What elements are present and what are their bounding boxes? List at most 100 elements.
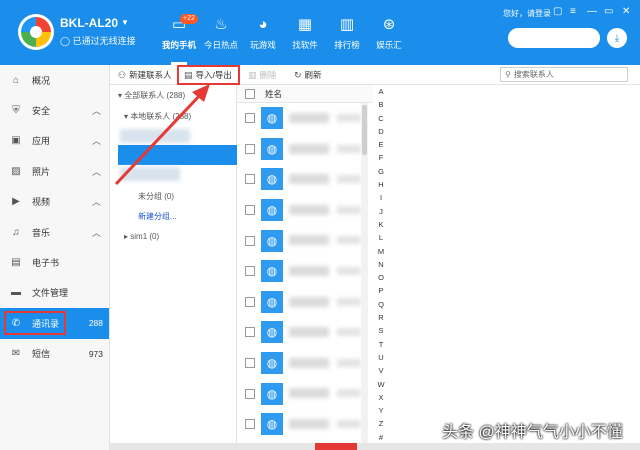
alphabet-index-letter[interactable]: S <box>373 324 389 337</box>
delete-button[interactable]: ▥ 删除 <box>248 68 277 82</box>
minimize-icon[interactable]: — <box>587 6 597 17</box>
chevron-up-icon[interactable]: ︿ <box>92 195 101 208</box>
alphabet-index-letter[interactable]: C <box>373 112 389 125</box>
alphabet-index-letter[interactable]: Y <box>373 404 389 417</box>
alphabet-index-letter[interactable]: H <box>373 178 389 191</box>
sidebar-item-files[interactable]: ▬ 文件管理 <box>0 278 109 308</box>
nav-my-phone[interactable]: ▭ +22 我的手机 <box>158 0 200 65</box>
alphabet-index-letter[interactable]: P <box>373 284 389 297</box>
alphabet-index-letter[interactable]: F <box>373 151 389 164</box>
row-checkbox[interactable] <box>245 266 255 277</box>
new-group-link[interactable]: 新建分组... <box>138 211 177 222</box>
device-name[interactable]: BKL-AL20 <box>60 16 118 30</box>
alphabet-index-letter[interactable]: Z <box>373 417 389 430</box>
sidebar-item-security[interactable]: ⛨ 安全 ︿ <box>0 95 109 125</box>
login-link[interactable]: 您好，请登录 <box>503 8 551 19</box>
contact-row[interactable]: ◍ <box>237 287 373 318</box>
contact-row[interactable]: ◍ <box>237 409 373 440</box>
group-sim1[interactable]: ▸ sim1 (0) <box>124 232 159 241</box>
contact-row[interactable]: ◍ <box>237 195 373 226</box>
alphabet-index-letter[interactable]: K <box>373 218 389 231</box>
device-dropdown-icon[interactable]: ▼ <box>121 18 129 27</box>
scrollbar-thumb[interactable] <box>362 105 367 155</box>
nav-games[interactable]: ◕ 玩游戏 <box>242 0 284 65</box>
row-checkbox[interactable] <box>245 174 255 185</box>
alphabet-index-letter[interactable]: D <box>373 125 389 138</box>
sidebar-item-photos[interactable]: ▨ 照片 ︿ <box>0 156 109 186</box>
contact-row[interactable]: ◍ <box>237 378 373 409</box>
alphabet-index-letter[interactable]: V <box>373 364 389 377</box>
download-icon[interactable]: ⤓ <box>607 28 627 48</box>
contact-row[interactable]: ◍ <box>237 256 373 287</box>
contact-row[interactable]: ◍ <box>237 103 373 134</box>
contact-row[interactable]: ◍ <box>237 134 373 165</box>
alphabet-index-letter[interactable]: E <box>373 138 389 151</box>
chevron-up-icon[interactable]: ︿ <box>92 165 101 178</box>
global-search-input[interactable] <box>508 28 600 48</box>
alphabet-index-letter[interactable]: X <box>373 391 389 404</box>
nav-software[interactable]: ▦ 找软件 <box>284 0 326 65</box>
bottom-red-tab[interactable] <box>315 443 357 450</box>
contact-row[interactable]: ◍ <box>237 348 373 379</box>
import-export-button[interactable]: ▤ 导入/导出 <box>184 68 232 82</box>
contact-row[interactable]: ◍ <box>237 164 373 195</box>
alphabet-index-letter[interactable]: N <box>373 258 389 271</box>
contact-row[interactable]: ◍ <box>237 317 373 348</box>
chevron-up-icon[interactable]: ︿ <box>92 134 101 147</box>
sidebar-item-video[interactable]: ▶ 视频 ︿ <box>0 187 109 217</box>
sidebar-item-sms[interactable]: ✉ 短信 973 <box>0 339 109 369</box>
group-all-contacts[interactable]: ▾ 全部联系人 (288) <box>118 90 185 101</box>
row-checkbox[interactable] <box>245 113 255 124</box>
contact-search-input[interactable]: ⚲ 搜索联系人 <box>500 67 628 82</box>
alphabet-index-letter[interactable]: A <box>373 85 389 98</box>
group-local-contacts[interactable]: ▾ 本地联系人 (288) <box>124 111 191 122</box>
row-checkbox[interactable] <box>245 205 255 216</box>
contact-row[interactable]: ◍ <box>237 225 373 256</box>
new-contact-button[interactable]: ⚇ 新建联系人 <box>118 68 172 82</box>
sidebar-item-contacts[interactable]: ✆ 通讯录 288 <box>0 308 109 339</box>
row-checkbox[interactable] <box>245 235 255 246</box>
row-checkbox[interactable] <box>245 296 255 307</box>
contact-detail-pane <box>389 85 640 450</box>
close-icon[interactable]: ✕ <box>622 6 630 17</box>
refresh-button[interactable]: ↻ 刷新 <box>294 68 322 82</box>
menu-icon[interactable]: ≡ <box>570 6 576 17</box>
restore-icon[interactable]: ▭ <box>604 6 613 17</box>
row-checkbox[interactable] <box>245 388 255 399</box>
alphabet-index-letter[interactable]: L <box>373 231 389 244</box>
expand-icon[interactable]: ▸ <box>124 232 128 241</box>
sidebar-item-music[interactable]: ♫ 音乐 ︿ <box>0 217 109 247</box>
collapse-icon[interactable]: ▾ <box>124 112 128 121</box>
sidebar-item-apps[interactable]: ▣ 应用 ︿ <box>0 126 109 156</box>
group-selected-row[interactable] <box>118 145 237 165</box>
skin-icon[interactable]: ▢ <box>553 6 562 17</box>
alphabet-index-letter[interactable]: U <box>373 351 389 364</box>
alphabet-index-letter[interactable]: M <box>373 245 389 258</box>
nav-entertainment[interactable]: ⊛ 娱乐汇 <box>368 0 410 65</box>
sidebar-item-ebooks[interactable]: ▤ 电子书 <box>0 247 109 277</box>
collapse-icon[interactable]: ▾ <box>118 91 122 100</box>
row-checkbox[interactable] <box>245 419 255 430</box>
row-checkbox[interactable] <box>245 327 255 338</box>
alphabet-index-letter[interactable]: B <box>373 98 389 111</box>
alphabet-index-letter[interactable]: Q <box>373 298 389 311</box>
row-checkbox[interactable] <box>245 358 255 369</box>
select-all-checkbox[interactable] <box>245 88 255 99</box>
alphabet-index-letter[interactable]: W <box>373 378 389 391</box>
sidebar-item-overview[interactable]: ⌂ 概况 <box>0 65 109 95</box>
list-scrollbar[interactable] <box>361 103 368 450</box>
alphabet-index-letter[interactable]: R <box>373 311 389 324</box>
chevron-up-icon[interactable]: ︿ <box>92 104 101 117</box>
alphabet-index-letter[interactable]: J <box>373 205 389 218</box>
avatar: ◍ <box>261 413 283 436</box>
contact-name <box>289 388 329 399</box>
alphabet-index-letter[interactable]: O <box>373 271 389 284</box>
alphabet-index-letter[interactable]: G <box>373 165 389 178</box>
group-ungrouped[interactable]: 未分组 (0) <box>138 191 174 202</box>
nav-rankings[interactable]: ▥ 排行榜 <box>326 0 368 65</box>
row-checkbox[interactable] <box>245 143 255 154</box>
nav-hot-news[interactable]: ♨ 今日热点 <box>200 0 242 65</box>
alphabet-index-letter[interactable]: I <box>373 191 389 204</box>
chevron-up-icon[interactable]: ︿ <box>92 226 101 239</box>
alphabet-index-letter[interactable]: T <box>373 338 389 351</box>
